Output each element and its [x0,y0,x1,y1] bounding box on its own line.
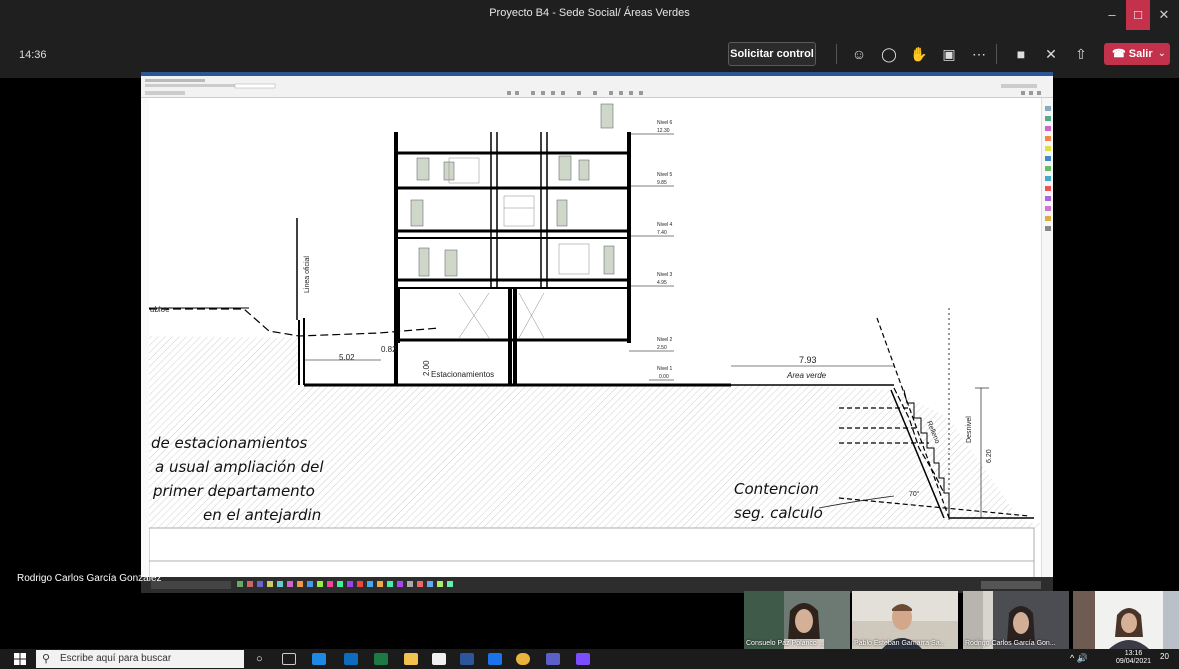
participant-name: Consuelo Paz Polanco ... [746,640,825,647]
request-control-button[interactable]: Solicitar control [728,42,816,66]
participant-name: Rodrigo Carlos García Gon... [965,640,1056,647]
store-icon[interactable] [432,653,446,665]
cad-app-toolbar [141,72,1053,98]
level-tag: Nivel 1 [657,366,673,372]
chrome-icon[interactable] [516,653,530,665]
app-icon[interactable] [576,653,590,665]
camera-icon[interactable]: ■ [1010,44,1032,64]
toolbar-divider [996,44,997,64]
cad-right-palette [1041,98,1053,578]
tray-icons[interactable]: ^ 🔊 [1070,653,1088,664]
palette-color-icons [1045,106,1051,231]
windows-start-icon[interactable] [14,653,26,665]
level-tag: Nivel 3 [657,272,673,278]
cad-left-palette [141,98,149,578]
dimension-620: 6.20 [986,449,993,463]
word-icon[interactable] [460,653,474,665]
level-elev: 0.00 [659,374,669,380]
participants-icon[interactable]: ☺ [848,44,870,64]
maximize-icon[interactable]: □ [1126,0,1150,30]
estacionamientos-label: Estacionamientos [431,370,494,379]
participant-name: Pablo Esteban Gamarra Sa... [854,640,946,647]
clock-date: 09/04/2021 [1116,658,1152,665]
teams-icon[interactable] [546,653,560,665]
note-line: a usual ampliación del [155,458,324,476]
toolbar-divider [836,44,837,64]
note-line: en el antejardin [203,506,321,524]
task-view-icon[interactable] [282,653,296,665]
dimension-200: 2.00 [422,360,431,376]
desnivel-label: Desnivel [966,416,973,443]
taskbar-search-input[interactable]: ⚲ Escribe aquí para buscar [36,650,244,668]
presenter-name: Rodrigo Carlos García González [17,573,162,584]
meeting-timer: 14:36 [19,49,47,61]
app-icon[interactable] [488,653,502,665]
note-line: de estacionamientos [151,434,307,452]
share-screen-icon[interactable]: ⇧ [1070,44,1092,64]
participant-video [1073,591,1179,649]
level-elev: 7.40 [657,230,667,236]
participant-tile[interactable]: Rodrigo Carlos García Gon... [963,591,1069,649]
cad-toolbar-icons [145,79,1041,95]
dimension-793: 7.93 [799,355,817,365]
window-title: Proyecto B4 - Sede Social/ Áreas Verdes [489,7,690,19]
mic-muted-icon[interactable]: ✕ [1040,44,1062,64]
clock-time: 13:16 [1124,650,1143,657]
level-elev: 4.95 [657,280,667,286]
dimension-502: 5.02 [339,353,355,362]
chat-icon[interactable]: ◯ [878,44,900,64]
architectural-section-drawing: Nivel 6 12.30 Nivel 5 9.85 Nivel 4 7.40 … [149,103,1041,578]
level-tag: Nivel 6 [657,120,673,126]
search-placeholder: Escribe aquí para buscar [60,653,172,664]
file-explorer-icon[interactable] [404,653,418,665]
level-tag: Nivel 5 [657,172,673,178]
level-tag: Nivel 2 [657,337,673,343]
participant-tile[interactable]: Consuelo Paz Polanco ... [744,591,850,649]
note-line: primer departamento [152,482,315,500]
meeting-top-bar: Proyecto B4 - Sede Social/ Áreas Verdes … [0,0,1179,78]
breakout-rooms-icon[interactable]: ▣ [938,44,960,64]
participant-tile[interactable]: Pablo Esteban Gamarra Sa... [852,591,958,649]
minimize-icon[interactable]: – [1100,0,1124,30]
leave-label: Salir [1128,48,1153,60]
cortana-icon[interactable]: ○ [256,653,270,665]
tray-clock[interactable]: 13:16 09/04/2021 [1116,650,1151,666]
linea-oficial-label: Linea oficial [304,256,311,293]
edge-icon[interactable] [312,653,326,665]
area-verde-label: Area verde [786,371,827,380]
more-actions-icon[interactable]: ⋯ [968,44,990,64]
participant-tile[interactable] [1073,591,1179,649]
level-tag: Nivel 4 [657,222,673,228]
notification-badge[interactable]: 20 [1160,652,1169,661]
outlook-icon[interactable] [344,653,358,665]
cut-text-label: abloe [150,305,170,314]
close-icon[interactable]: ✕ [1152,0,1176,30]
leave-button[interactable]: ☎ Salir ⌄ [1104,43,1170,65]
contencion-line: seg. calculo [734,504,823,522]
level-elev: 12.30 [657,128,670,134]
chevron-down-icon[interactable]: ⌄ [1158,43,1166,65]
reactions-icon[interactable]: ✋ [908,44,930,64]
contencion-line: Contencion [734,480,819,498]
angle-label: 70° [909,490,920,498]
excel-icon[interactable] [374,653,388,665]
dimension-082: 0.82 [381,345,397,354]
windows-taskbar: ⚲ Escribe aquí para buscar ○ ^ 🔊 13:16 0… [0,649,1179,669]
shared-screen: Nivel 6 12.30 Nivel 5 9.85 Nivel 4 7.40 … [141,72,1053,593]
level-elev: 2.50 [657,345,667,351]
level-elev: 9.85 [657,180,667,186]
search-icon: ⚲ [42,653,51,665]
level-tags: Nivel 6 12.30 Nivel 5 9.85 Nivel 4 7.40 … [657,120,673,380]
